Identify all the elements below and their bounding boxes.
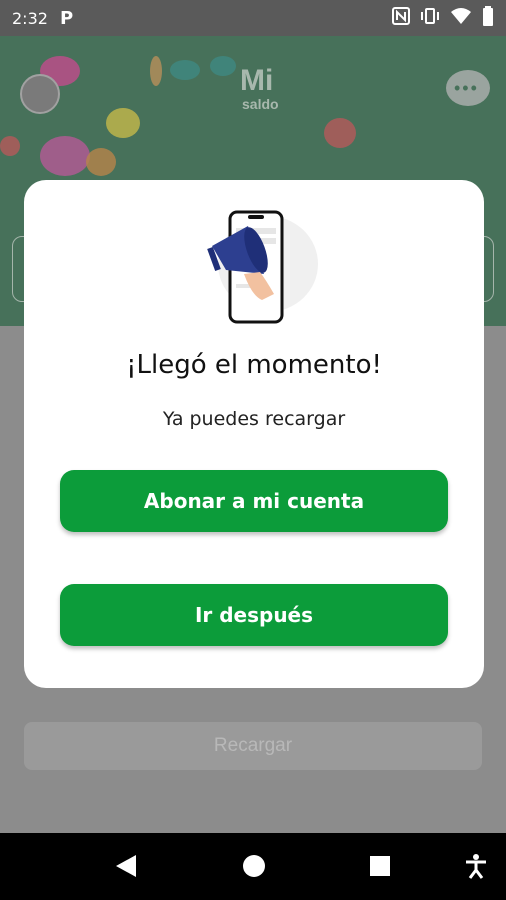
avatar[interactable] bbox=[20, 74, 60, 114]
vibrate-icon bbox=[420, 7, 440, 30]
confetti-shape bbox=[106, 108, 140, 138]
confetti-shape bbox=[150, 56, 162, 86]
nfc-icon bbox=[392, 6, 410, 30]
modal-title: ¡Llegó el momento! bbox=[126, 350, 382, 380]
status-icons bbox=[392, 5, 494, 31]
modal-subtitle: Ya puedes recargar bbox=[162, 408, 346, 430]
chat-icon[interactable]: ••• bbox=[446, 70, 490, 106]
home-icon[interactable] bbox=[242, 853, 266, 884]
status-time: 2:32 bbox=[12, 8, 48, 28]
accessibility-icon[interactable] bbox=[464, 853, 488, 884]
confetti-shape bbox=[86, 148, 116, 176]
confetti-shape bbox=[324, 118, 356, 148]
recargar-button[interactable]: Recargar bbox=[24, 722, 482, 770]
wifi-icon bbox=[450, 7, 472, 30]
status-bar: 2:32 P bbox=[0, 0, 506, 36]
back-icon[interactable] bbox=[114, 853, 138, 884]
battery-icon bbox=[482, 5, 494, 31]
confetti-shape bbox=[170, 60, 200, 80]
logo-subtitle: saldo bbox=[242, 96, 279, 112]
confetti-shape bbox=[40, 136, 90, 176]
abonar-button[interactable]: Abonar a mi cuenta bbox=[60, 470, 448, 532]
recents-icon[interactable] bbox=[368, 853, 392, 884]
ir-despues-button[interactable]: Ir después bbox=[60, 584, 448, 646]
app-indicator-icon: P bbox=[59, 7, 74, 29]
announcement-modal: ¡Llegó el momento! Ya puedes recargar Ab… bbox=[24, 180, 484, 688]
logo: Mi bbox=[240, 64, 274, 97]
confetti-shape bbox=[210, 56, 236, 76]
navigation-bar bbox=[0, 833, 506, 900]
confetti-shape bbox=[0, 136, 20, 156]
megaphone-phone-icon bbox=[204, 204, 324, 328]
